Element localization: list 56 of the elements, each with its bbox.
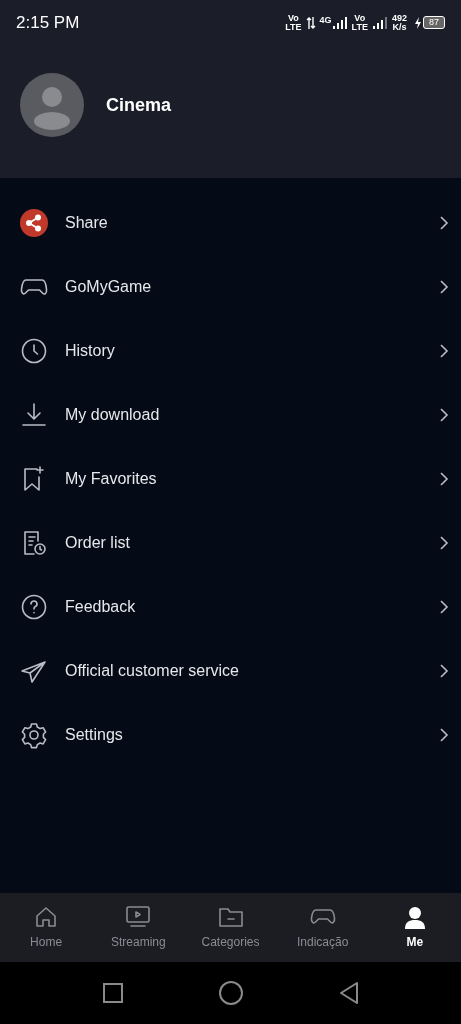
settings-icon: [20, 721, 48, 749]
chevron-right-icon: [439, 279, 449, 295]
menu-label: My download: [65, 405, 161, 425]
menu-item[interactable]: Order list: [0, 511, 461, 575]
menu-item[interactable]: Official customer service: [0, 639, 461, 703]
nav-tab[interactable]: Categories: [184, 893, 277, 962]
nav-tab[interactable]: Indicação: [276, 893, 369, 962]
signal-icon: [371, 15, 388, 30]
status-indicator: LTE: [351, 22, 368, 32]
menu-label: History: [65, 341, 116, 361]
menu-label: My Favorites: [65, 469, 158, 489]
status-indicator: LTE: [285, 22, 302, 32]
signal-icon: [331, 15, 348, 30]
help-icon: [20, 593, 48, 621]
menu-item[interactable]: Share: [0, 191, 461, 255]
charging-icon: [415, 16, 421, 29]
chevron-right-icon: [439, 663, 449, 679]
download-icon: [20, 401, 48, 429]
avatar-icon[interactable]: [20, 73, 84, 137]
menu-item[interactable]: GoMyGame: [0, 255, 461, 319]
status-indicator: Vo: [354, 13, 366, 23]
menu-label: Share: [65, 213, 109, 233]
menu-item[interactable]: My Favorites: [0, 447, 461, 511]
chevron-right-icon: [439, 727, 449, 743]
battery-level: 87: [423, 16, 445, 29]
menu-label: Settings: [65, 725, 124, 745]
chevron-right-icon: [439, 407, 449, 423]
menu-item[interactable]: History: [0, 319, 461, 383]
menu-label: Feedback: [65, 597, 137, 617]
chevron-right-icon: [439, 343, 449, 359]
share-icon: [20, 209, 48, 237]
nav-tab[interactable]: Me: [368, 893, 461, 962]
menu-item[interactable]: My download: [0, 383, 461, 447]
clock-icon: [20, 337, 48, 365]
back-button[interactable]: [337, 981, 360, 1005]
menu-item[interactable]: Feedback: [0, 575, 461, 639]
nav-tab[interactable]: Home: [0, 893, 93, 962]
chevron-right-icon: [439, 471, 449, 487]
menu-item[interactable]: Settings: [0, 703, 461, 767]
data-arrows-icon: [305, 15, 316, 30]
menu-label: Order list: [65, 533, 131, 553]
status-indicator: K/s: [392, 22, 407, 32]
tv-play-icon: [125, 904, 152, 930]
profile-name: Cinema: [106, 93, 172, 117]
menu-label: GoMyGame: [65, 277, 153, 297]
menu-label: Official customer service: [65, 661, 240, 681]
nav-tab[interactable]: Streaming: [92, 893, 185, 962]
status-indicator: 4G: [319, 15, 332, 25]
chevron-right-icon: [439, 215, 449, 231]
recents-button[interactable]: [101, 982, 124, 1004]
chevron-right-icon: [439, 599, 449, 615]
home-button[interactable]: [217, 980, 244, 1006]
chevron-right-icon: [439, 535, 449, 551]
status-indicator: Vo: [288, 13, 299, 23]
clock-time: 2:15 PM: [16, 11, 80, 34]
status-indicator: 492: [391, 13, 407, 23]
